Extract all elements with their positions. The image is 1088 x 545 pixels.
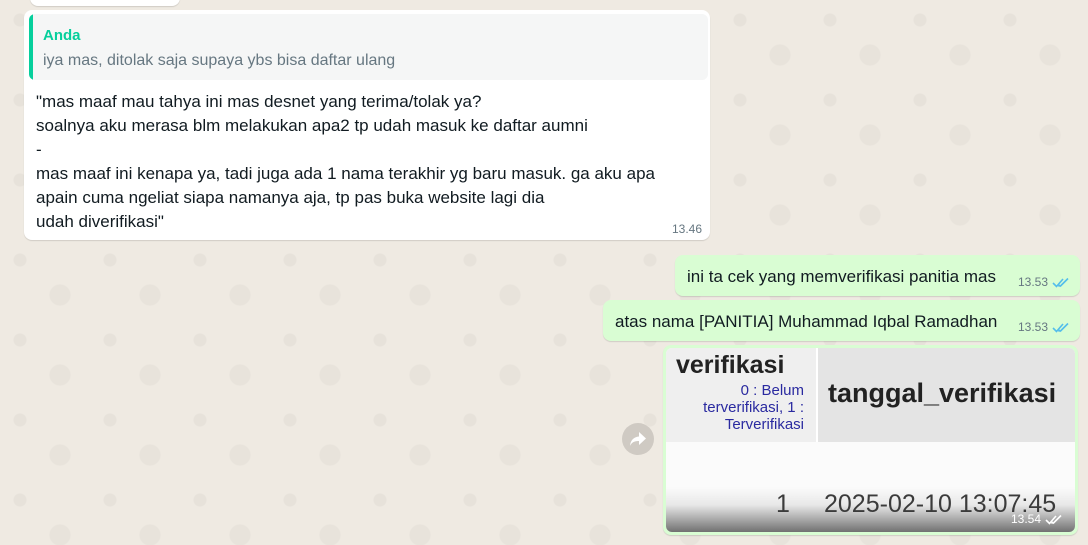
quote-author: Anda xyxy=(43,27,81,44)
quote-text: iya mas, ditolak saja supaya ybs bisa da… xyxy=(43,52,396,69)
message-meta: 13.53 xyxy=(1018,275,1070,289)
message-text: "mas maaf mau tahya ini mas desnet yang … xyxy=(36,92,655,231)
quote-accent-bar xyxy=(29,14,33,80)
forward-icon xyxy=(630,432,646,446)
cell-verifikasi: 1 xyxy=(776,490,790,518)
table-header-cell: tanggal_verifikasi xyxy=(818,348,1075,442)
forward-button[interactable] xyxy=(622,423,654,455)
outgoing-message[interactable]: atas nama [PANITIA] Muhammad Iqbal Ramad… xyxy=(603,300,1080,341)
column-description: 0 : Belum terverifikasi, 1 : Terverifika… xyxy=(703,382,804,433)
quoted-message[interactable]: Anda iya mas, ditolak saja supaya ybs bi… xyxy=(29,14,708,80)
message-meta: 13.53 xyxy=(1018,320,1070,334)
column-header-verifikasi: verifikasi xyxy=(676,351,785,379)
column-header-tanggal: tanggal_verifikasi xyxy=(828,378,1057,408)
message-time: 13.54 xyxy=(1010,512,1041,526)
message-text: ini ta cek yang memverifikasi panitia ma… xyxy=(687,267,996,286)
message-time: 13.46 xyxy=(671,222,702,236)
outgoing-message[interactable]: ini ta cek yang memverifikasi panitia ma… xyxy=(675,255,1080,296)
double-check-icon xyxy=(1045,514,1062,525)
message-meta: 13.54 xyxy=(1011,512,1063,526)
message-text: atas nama [PANITIA] Muhammad Iqbal Ramad… xyxy=(615,312,998,331)
image-message[interactable]: verifikasi 0 : Belum terverifikasi, 1 : … xyxy=(663,345,1078,535)
incoming-message[interactable]: Anda iya mas, ditolak saja supaya ybs bi… xyxy=(24,10,710,240)
screenshot-image[interactable]: verifikasi 0 : Belum terverifikasi, 1 : … xyxy=(666,348,1075,532)
double-check-icon xyxy=(1052,277,1069,288)
double-check-icon xyxy=(1052,322,1069,333)
previous-message-bubble[interactable] xyxy=(30,0,180,6)
message-time: 13.53 xyxy=(1017,320,1048,334)
message-time: 13.53 xyxy=(1017,275,1048,289)
table-header-cell: verifikasi 0 : Belum terverifikasi, 1 : … xyxy=(666,348,816,442)
